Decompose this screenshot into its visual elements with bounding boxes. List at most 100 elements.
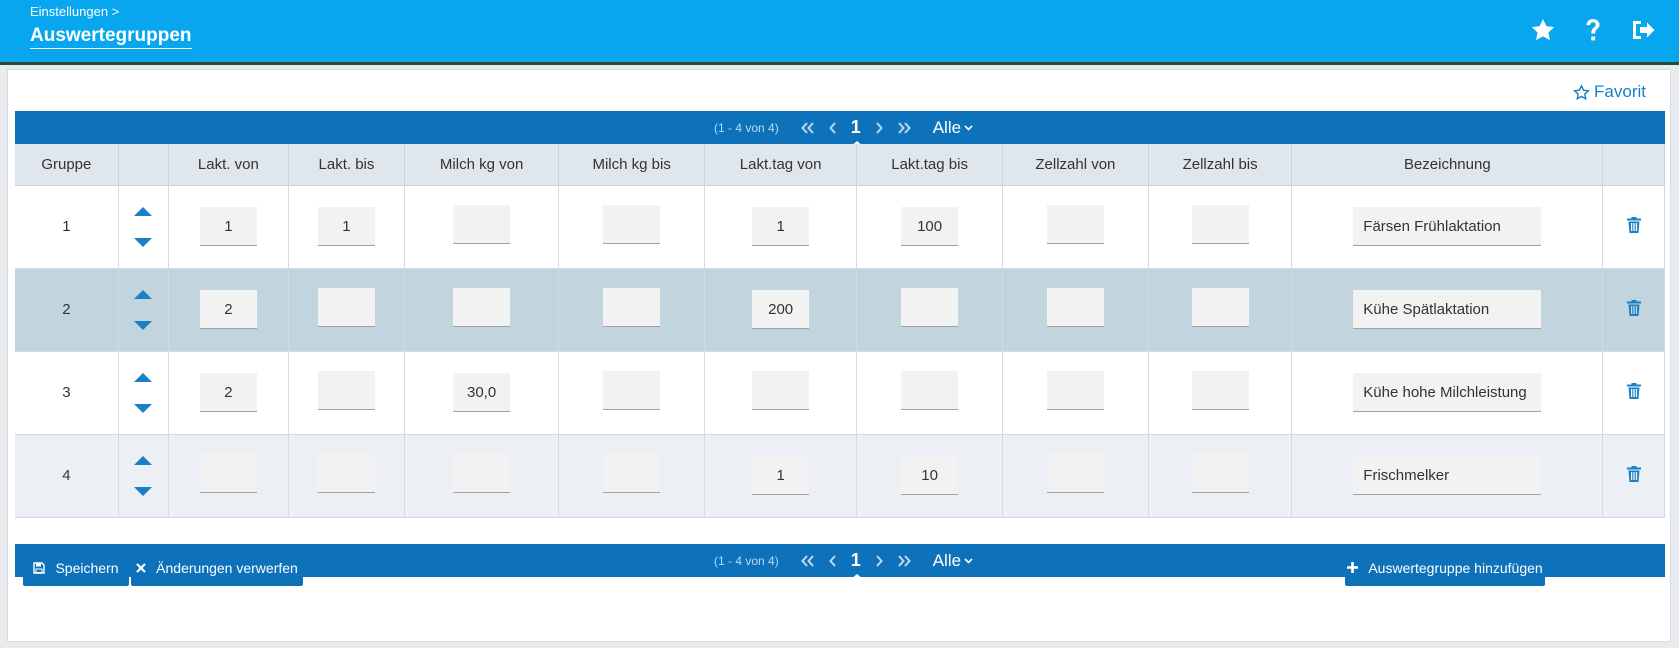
table-row: 4 1 10 Frischmelker [15,434,1665,518]
last-page-icon[interactable] [897,121,911,134]
lakt-von-input[interactable]: 2 [199,290,257,329]
col-header-lakttag-von[interactable]: Lakt.tag von [704,144,858,186]
cell-gruppe: 4 [15,434,119,518]
lakt-bis-input[interactable] [317,454,375,493]
bezeichnung-input[interactable]: Frischmelker [1353,456,1542,495]
prev-page-icon[interactable] [828,121,837,134]
favorite-label: Favorit [1594,82,1646,101]
chevron-down-icon [964,124,973,131]
move-down-icon[interactable] [134,320,153,331]
add-group-button[interactable]: Auswertegruppe hinzufügen [1345,549,1545,586]
milch-von-input[interactable]: 30,0 [453,373,511,412]
zell-von-input[interactable] [1046,371,1104,410]
page-size-select[interactable]: Alle [933,118,973,138]
chevron-down-icon [964,557,973,564]
col-header-milch-bis[interactable]: Milch kg bis [558,144,706,186]
move-up-icon[interactable] [134,455,153,465]
col-header-zell-von[interactable]: Zellzahl von [1002,144,1149,186]
page-size-value: Alle [932,550,962,570]
save-button[interactable]: Speichern [23,549,129,586]
cell-gruppe: 2 [15,268,119,352]
page-size-select[interactable]: Alle [933,551,973,571]
lakttag-bis-input[interactable]: 100 [901,207,959,246]
milch-bis-input[interactable] [603,288,661,327]
col-header-lakttag-bis[interactable]: Lakt.tag bis [856,144,1003,186]
discard-changes-button[interactable]: Änderungen verwerfen [131,549,303,586]
current-page[interactable]: 1 [849,550,864,580]
zell-bis-input[interactable] [1191,454,1249,493]
pager-top: (1 - 4 von 4) 1 Alle [15,111,1665,147]
plus-icon [1347,562,1359,573]
milch-bis-input[interactable] [603,205,661,244]
lakt-von-input[interactable]: 2 [199,373,257,412]
close-icon [136,562,146,573]
col-header-lakt-bis[interactable]: Lakt. bis [288,144,405,186]
table-row: 3 2 30,0 Kühe hohe Milchleistung [15,351,1665,435]
col-header-lakt-von[interactable]: Lakt. von [168,144,289,186]
lakt-von-input[interactable]: 1 [199,207,257,246]
lakt-bis-input[interactable] [317,288,375,327]
star-icon[interactable] [1529,16,1557,44]
col-header-bezeichnung[interactable]: Bezeichnung [1291,144,1604,186]
zell-von-input[interactable] [1046,205,1104,244]
move-up-icon[interactable] [134,289,153,299]
zell-von-input[interactable] [1046,454,1104,493]
trash-icon[interactable] [1626,216,1641,233]
lakttag-von-input[interactable]: 1 [752,207,810,246]
next-page-icon[interactable] [875,554,883,567]
next-page-icon[interactable] [875,121,883,134]
move-up-icon[interactable] [134,372,153,382]
logout-icon[interactable] [1629,16,1657,44]
breadcrumb[interactable]: Einstellungen > [30,4,119,19]
star-outline-icon [1573,83,1590,100]
floppy-disk-icon [33,561,46,574]
lakt-bis-input[interactable]: 1 [317,207,375,246]
lakttag-von-input[interactable] [752,371,810,410]
move-down-icon[interactable] [134,237,153,248]
table-header-row: Gruppe Lakt. von Lakt. bis Milch kg von … [15,144,1665,186]
col-header-actions [1602,144,1665,186]
milch-von-input[interactable] [453,205,511,244]
discard-label: Änderungen verwerfen [156,559,298,576]
move-down-icon[interactable] [134,486,153,497]
milch-bis-input[interactable] [603,371,661,410]
zell-bis-input[interactable] [1191,205,1249,244]
lakt-von-input[interactable] [199,454,257,493]
milch-von-input[interactable] [453,288,511,327]
zell-bis-input[interactable] [1191,371,1249,410]
help-icon[interactable] [1579,16,1607,44]
zell-von-input[interactable] [1046,288,1104,327]
lakt-bis-input[interactable] [317,371,375,410]
lakttag-bis-input[interactable] [901,288,959,327]
move-up-icon[interactable] [134,206,153,216]
col-header-gruppe[interactable]: Gruppe [15,144,119,186]
lakttag-bis-input[interactable]: 10 [901,456,959,495]
lakttag-von-input[interactable]: 200 [752,290,810,329]
cell-gruppe: 1 [15,185,119,269]
milch-von-input[interactable] [453,454,511,493]
bezeichnung-input[interactable]: Kühe hohe Milchleistung [1353,373,1542,412]
col-header-milch-von[interactable]: Milch kg von [404,144,560,186]
last-page-icon[interactable] [897,554,911,567]
cell-gruppe: 3 [15,351,119,435]
prev-page-icon[interactable] [828,554,837,567]
first-page-icon[interactable] [800,554,815,567]
trash-icon[interactable] [1626,382,1641,399]
table-row: 1 1 1 1 100 Färsen Frühlaktation [15,185,1665,269]
trash-icon[interactable] [1626,465,1641,482]
trash-icon[interactable] [1626,299,1641,316]
lakttag-bis-input[interactable] [901,371,959,410]
table-row: 2 2 200 Kühe Spätlaktation [15,268,1665,352]
milch-bis-input[interactable] [603,454,661,493]
first-page-icon[interactable] [800,121,815,134]
favorite-button[interactable]: Favorit [1573,82,1646,102]
bezeichnung-input[interactable]: Kühe Spätlaktation [1353,290,1542,329]
col-header-zell-bis[interactable]: Zellzahl bis [1148,144,1293,186]
bezeichnung-input[interactable]: Färsen Frühlaktation [1353,207,1542,246]
move-down-icon[interactable] [134,403,153,414]
lakttag-von-input[interactable]: 1 [752,456,810,495]
header-divider [0,62,1679,65]
groups-table: Gruppe Lakt. von Lakt. bis Milch kg von … [15,144,1665,518]
zell-bis-input[interactable] [1191,288,1249,327]
current-page[interactable]: 1 [849,117,864,147]
